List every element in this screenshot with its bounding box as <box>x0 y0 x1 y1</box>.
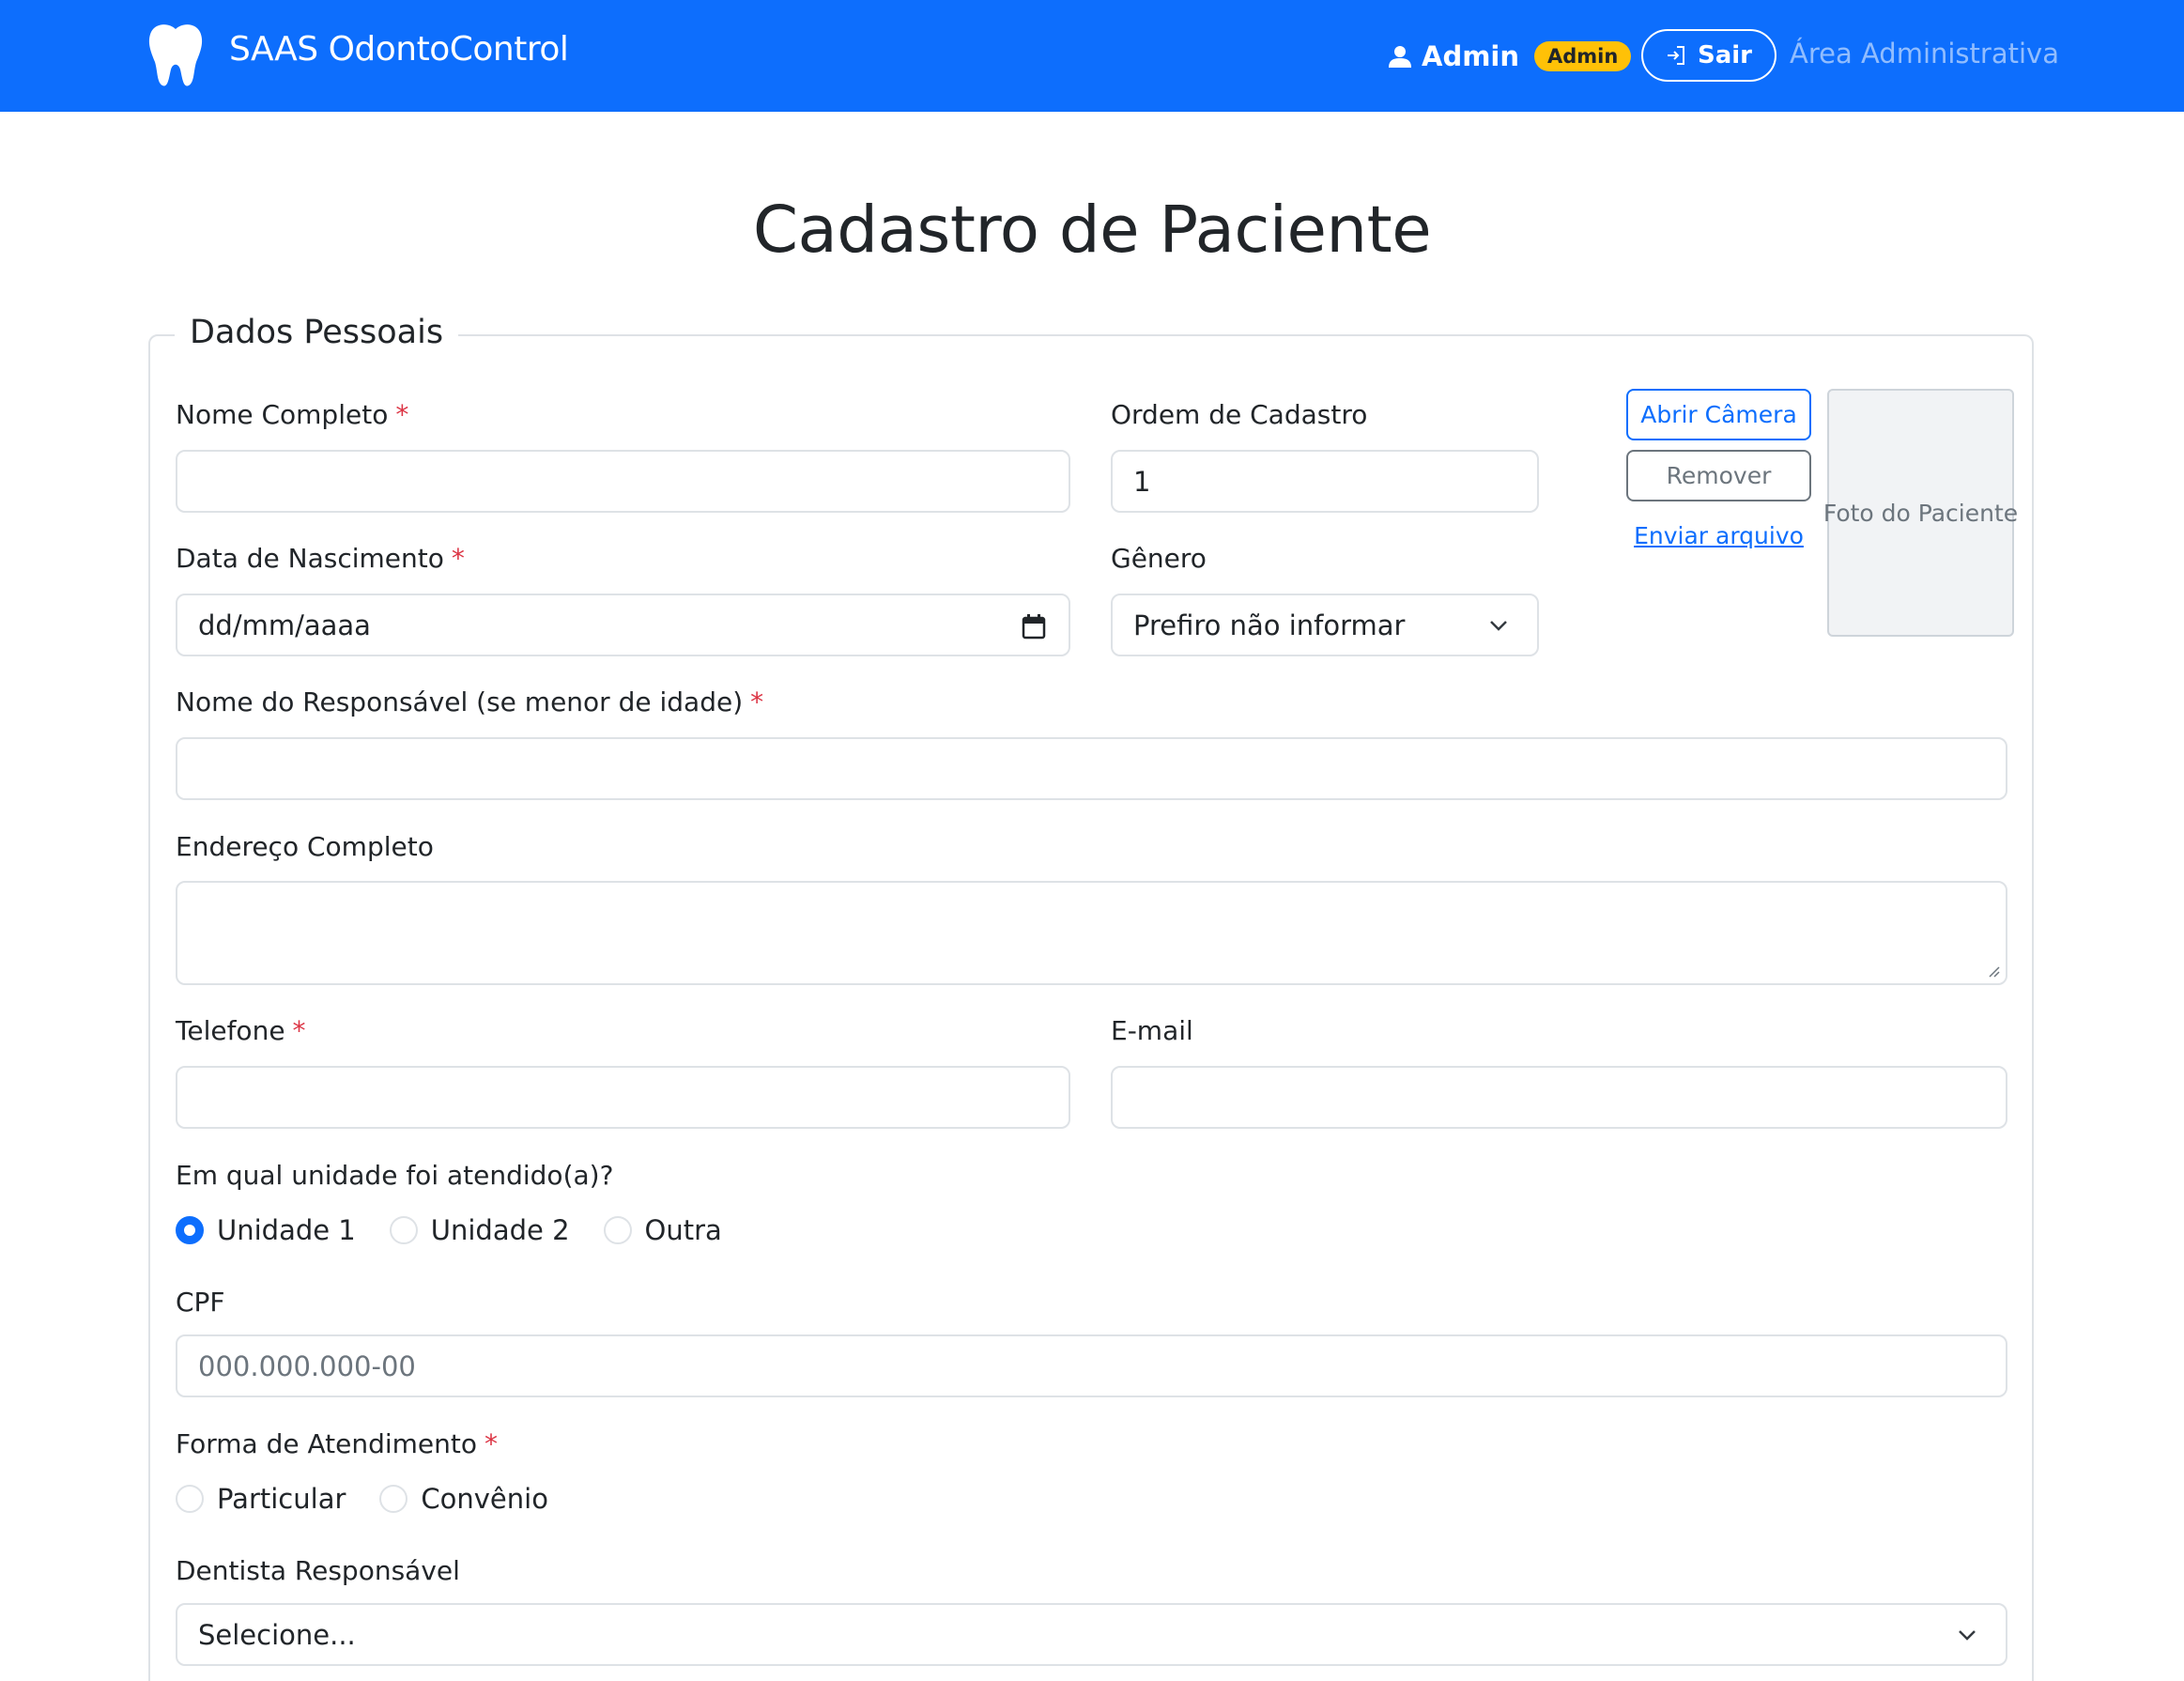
dentist-label: Dentista Responsável <box>176 1555 460 1586</box>
tooth-icon <box>148 24 203 86</box>
order-label: Ordem de Cadastro <box>1111 399 1368 430</box>
unit-option-label: Unidade 2 <box>430 1214 570 1246</box>
required-mark: * <box>451 543 465 574</box>
service-option-label: Particular <box>217 1483 346 1515</box>
unit-option-other[interactable]: Outra <box>603 1214 722 1246</box>
service-option-private[interactable]: Particular <box>176 1483 346 1515</box>
phone-label: Telefone * <box>176 1015 306 1046</box>
role-badge: Admin <box>1534 41 1632 71</box>
unit-option-1[interactable]: Unidade 1 <box>176 1214 356 1246</box>
phone-label-text: Telefone <box>176 1015 285 1046</box>
radio-unchecked[interactable] <box>389 1216 418 1244</box>
unit-label: Em qual unidade foi atendido(a)? <box>176 1160 614 1191</box>
user-name: Admin <box>1422 40 1520 72</box>
service-type-label: Forma de Atendimento * <box>176 1428 498 1459</box>
open-camera-button[interactable]: Abrir Câmera <box>1626 389 1811 440</box>
radio-unchecked[interactable] <box>603 1216 632 1244</box>
unit-option-label: Outra <box>644 1214 722 1246</box>
guardian-label-text: Nome do Responsável (se menor de idade) <box>176 686 744 717</box>
logout-button[interactable]: Sair <box>1641 29 1776 82</box>
required-mark: * <box>292 1015 306 1046</box>
brand-name[interactable]: SAAS OdontoControl <box>229 30 569 69</box>
radio-checked[interactable] <box>176 1216 204 1244</box>
chevron-down-icon <box>1490 621 1507 631</box>
user-icon <box>1389 46 1411 68</box>
patient-photo-placeholder: Foto do Paciente <box>1823 389 2018 637</box>
unit-option-2[interactable]: Unidade 2 <box>389 1214 570 1246</box>
gender-select[interactable]: Prefiro não informar <box>1111 594 1539 656</box>
unit-option-label: Unidade 1 <box>217 1214 356 1246</box>
required-mark: * <box>395 399 409 430</box>
birth-date-label: Data de Nascimento * <box>176 543 465 574</box>
top-navbar: SAAS OdontoControl Admin Admin Sair Área… <box>0 0 2184 112</box>
full-name-label: Nome Completo * <box>176 399 408 430</box>
chevron-down-icon <box>1959 1630 1976 1641</box>
unit-radio-group: Unidade 1 Unidade 2 Outra <box>176 1214 756 1246</box>
cpf-placeholder: 000.000.000-00 <box>198 1349 416 1382</box>
upload-file-link[interactable]: Enviar arquivo <box>1626 522 1811 549</box>
radio-unchecked[interactable] <box>176 1485 204 1513</box>
logout-label: Sair <box>1697 41 1752 69</box>
cpf-input[interactable]: 000.000.000-00 <box>176 1334 2007 1397</box>
service-type-label-text: Forma de Atendimento <box>176 1428 478 1459</box>
phone-input[interactable] <box>176 1066 1070 1129</box>
user-info: Admin Admin <box>1388 38 1632 75</box>
service-option-insurance[interactable]: Convênio <box>379 1483 548 1515</box>
resize-grip-icon[interactable] <box>1985 963 2000 978</box>
required-mark: * <box>484 1428 499 1459</box>
required-mark: * <box>750 686 764 717</box>
address-label: Endereço Completo <box>176 831 434 862</box>
email-input[interactable] <box>1111 1066 2007 1129</box>
cpf-label: CPF <box>176 1287 225 1318</box>
remove-photo-button[interactable]: Remover <box>1626 450 1811 501</box>
full-name-label-text: Nome Completo <box>176 399 389 430</box>
birth-date-label-text: Data de Nascimento <box>176 543 444 574</box>
radio-unchecked[interactable] <box>379 1485 408 1513</box>
address-textarea[interactable] <box>176 881 2007 985</box>
fieldset-legend: Dados Pessoais <box>175 314 459 351</box>
page-title: Cadastro de Paciente <box>752 193 1432 268</box>
service-option-label: Convênio <box>421 1483 548 1515</box>
guardian-input[interactable] <box>176 737 2007 800</box>
order-input[interactable]: 1 <box>1111 450 1539 513</box>
birth-date-input[interactable]: dd/mm/aaaa <box>176 594 1070 656</box>
birth-date-placeholder: dd/mm/aaaa <box>198 609 371 641</box>
admin-area-link[interactable]: Área Administrativa <box>1790 38 2059 69</box>
logout-icon <box>1667 46 1684 65</box>
email-label: E-mail <box>1111 1015 1193 1046</box>
full-name-input[interactable] <box>176 450 1070 513</box>
calendar-icon[interactable] <box>1022 613 1046 640</box>
dentist-select[interactable]: Selecione... <box>176 1603 2007 1666</box>
service-type-radio-group: Particular Convênio <box>176 1483 582 1515</box>
gender-label: Gênero <box>1111 543 1207 574</box>
gender-selected: Prefiro não informar <box>1133 609 1406 641</box>
dentist-selected: Selecione... <box>198 1618 356 1651</box>
guardian-label: Nome do Responsável (se menor de idade) * <box>176 686 763 717</box>
